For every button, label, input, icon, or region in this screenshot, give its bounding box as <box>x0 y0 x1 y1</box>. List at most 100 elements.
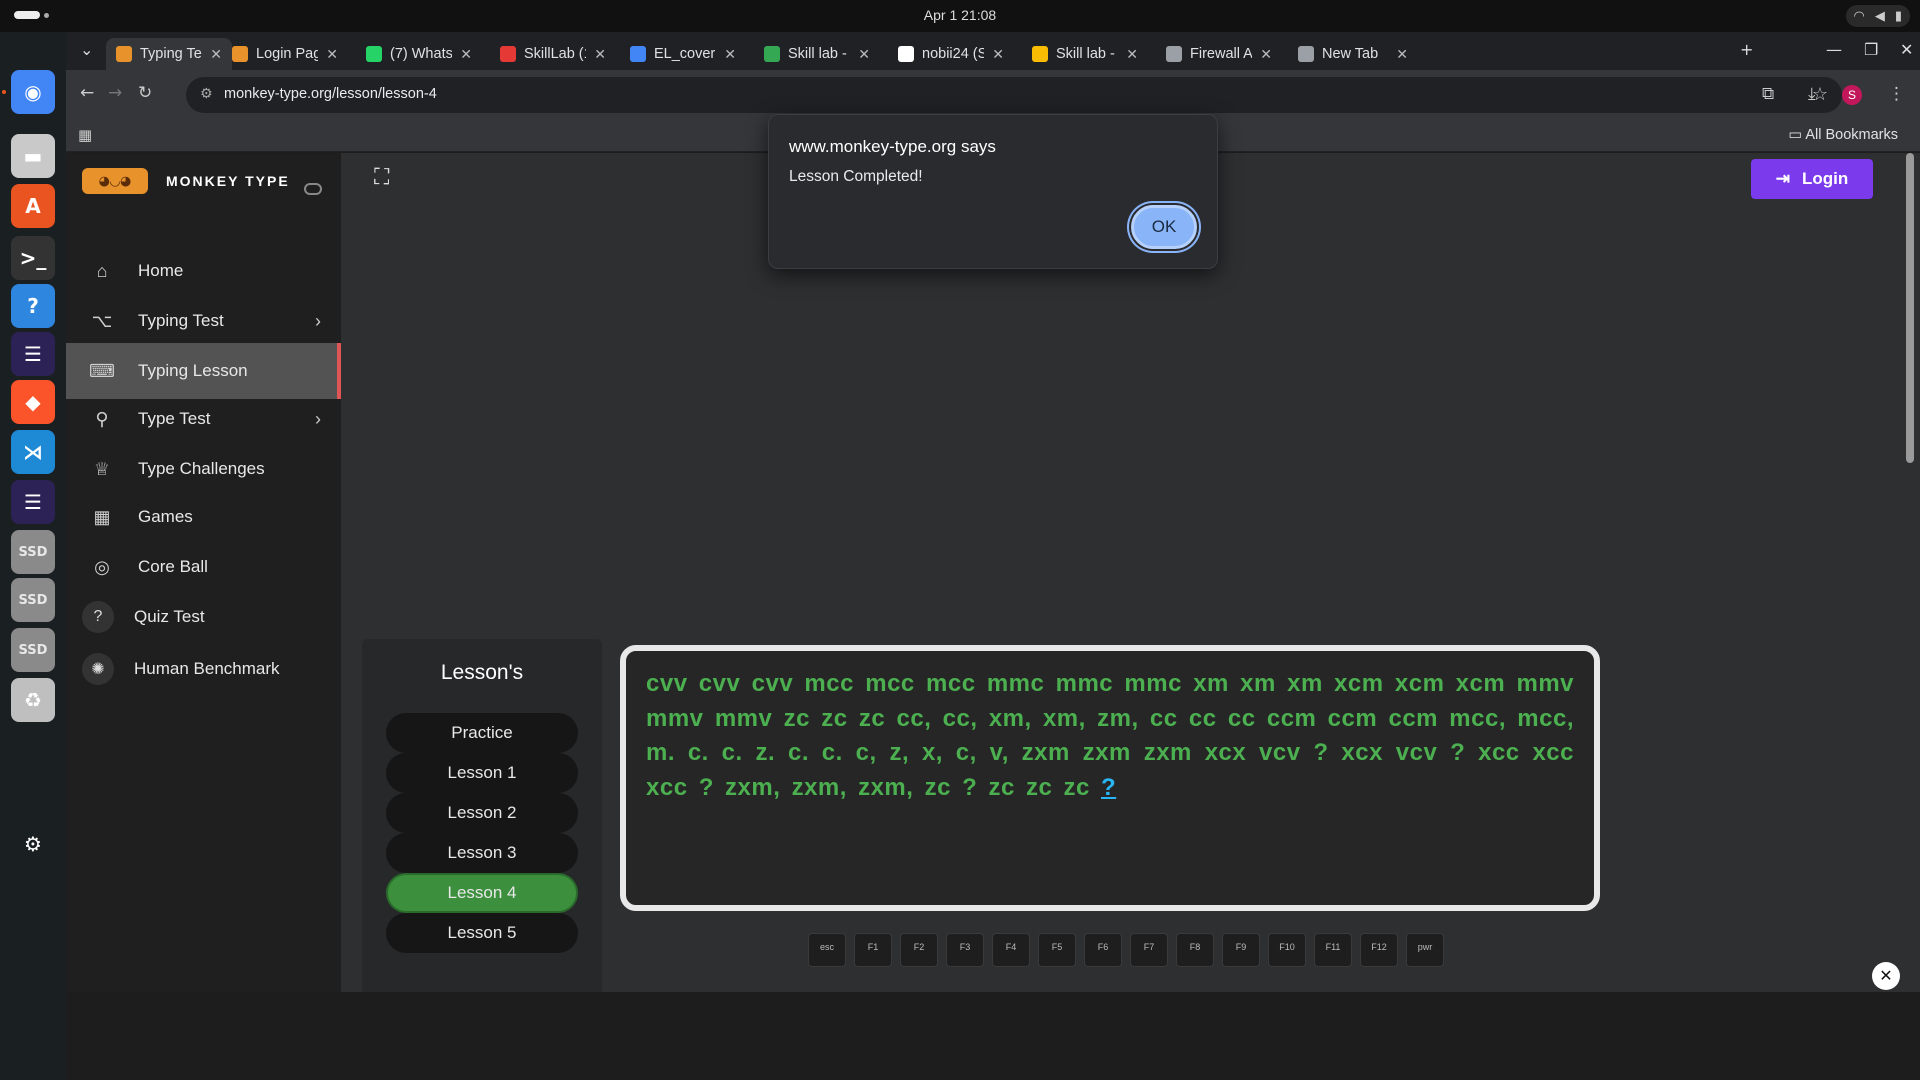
sidebar-toggle[interactable] <box>304 183 322 195</box>
tab-close-icon[interactable]: ✕ <box>1260 46 1272 63</box>
tab-close-icon[interactable]: ✕ <box>858 46 870 63</box>
browser-tab[interactable]: Firewall Authentication ✕ <box>1156 38 1282 70</box>
extensions-icon[interactable]: ⧉ <box>1762 84 1774 104</box>
browser-tab[interactable]: SkillLab (1) - Sheets ✕ <box>490 38 616 70</box>
download-icon[interactable]: ⤓ <box>1808 84 1816 104</box>
lesson-button[interactable]: Lesson 1 <box>386 753 578 793</box>
tab-close-icon[interactable]: ✕ <box>460 46 472 63</box>
site-sidebar: ◕◡◕ MONKEY TYPE ⌂ Home ⌥ Typing Test › ⌨ Typin… <box>66 153 341 992</box>
system-top-bar: Apr 1 21:08 ◠ ◀ ▮ <box>0 0 1920 32</box>
close-window-button[interactable]: ✕ <box>1900 40 1913 59</box>
tab-favicon <box>764 46 780 62</box>
tab-close-icon[interactable]: ✕ <box>210 46 222 63</box>
home-icon: ⌂ <box>96 260 108 281</box>
browser-tab[interactable]: Skill lab - Google Drive ✕ <box>754 38 880 70</box>
key: F12 <box>1360 933 1398 967</box>
monkey-logo: ◕◡◕ <box>82 168 148 194</box>
browser-tab[interactable]: Typing Test Lesson ✕ <box>106 38 232 70</box>
browser-tab[interactable]: (7) WhatsApp ✕ <box>356 38 482 70</box>
terminal-icon[interactable]: >_ <box>11 236 55 280</box>
sidebar-item-label: Type Challenges <box>138 459 265 478</box>
sidebar-item-typing-test[interactable]: ⌥ Typing Test › <box>66 293 341 349</box>
lesson-button[interactable]: Lesson 3 <box>386 833 578 873</box>
key: F9 <box>1222 933 1260 967</box>
lesson-button[interactable]: Lesson 2 <box>386 793 578 833</box>
tab-favicon <box>898 46 914 62</box>
tab-search-icon[interactable]: ⌄ <box>80 40 93 59</box>
eclipse-icon[interactable]: ☰ <box>11 332 55 376</box>
fullscreen-icon[interactable]: ⛶ <box>374 165 389 190</box>
login-button[interactable]: ⇥ Login <box>1751 159 1873 199</box>
browser-tab[interactable]: EL_coverpage - Docs ✕ <box>620 38 746 70</box>
close-ad-button[interactable]: ✕ <box>1872 962 1900 990</box>
brave-icon[interactable]: ◆ <box>11 380 55 424</box>
dialog-message: Lesson Completed! <box>789 168 923 185</box>
tab-close-icon[interactable]: ✕ <box>1396 46 1408 63</box>
chevron-right-icon: › <box>315 408 321 429</box>
battery-icon: ▮ <box>1894 8 1902 24</box>
lesson-button[interactable]: Lesson 4 <box>386 873 578 913</box>
sidebar-item-games[interactable]: ▦ Games <box>66 489 341 545</box>
show-apps-icon[interactable]: ⚙ <box>11 822 55 866</box>
wifi-icon: ◠ <box>1853 8 1865 24</box>
tab-close-icon[interactable]: ✕ <box>326 46 338 63</box>
apps-grid-icon[interactable]: ▦ <box>78 126 92 144</box>
key: esc <box>808 933 846 967</box>
eclipse-2-icon[interactable]: ☰ <box>11 480 55 524</box>
forward-icon[interactable]: → <box>108 83 122 103</box>
minimize-button[interactable]: — <box>1826 40 1842 59</box>
browser-tab[interactable]: nobii24 (Sameer) ✕ <box>888 38 1014 70</box>
files-icon[interactable]: ▬ <box>11 134 55 178</box>
chrome-icon[interactable]: ◉ <box>11 70 55 114</box>
dock: ◉ ▬ A >_? ☰ ◆ ⋊ ☰ SSD SSD SSD ♻ ⚙ <box>0 32 66 1080</box>
maximize-button[interactable]: ❐ <box>1864 40 1878 59</box>
browser-tab[interactable]: Login Page - web ✕ <box>222 38 348 70</box>
tab-title: Firewall Authentication <box>1190 46 1253 62</box>
profile-avatar[interactable]: S <box>1842 85 1862 105</box>
page-scrollbar[interactable] <box>1906 153 1914 463</box>
browser-tab[interactable]: Skill lab - Google Drive ✕ <box>1022 38 1148 70</box>
menu-icon[interactable]: ⋮ <box>1888 84 1905 104</box>
typing-text: cvv cvv cvv mcc mcc mcc mmc mmc mmc xm x… <box>646 667 1574 805</box>
browser-tab[interactable]: New Tab ✕ <box>1288 38 1418 70</box>
help-icon[interactable]: ? <box>11 284 55 328</box>
address-bar[interactable]: ⚙ monkey-type.org/lesson/lesson-4 ☆ <box>186 77 1842 113</box>
ssd-drive-2-icon[interactable]: SSD <box>11 578 55 622</box>
software-center-icon[interactable]: A <box>11 184 55 228</box>
tab-close-icon[interactable]: ✕ <box>594 46 606 63</box>
tab-close-icon[interactable]: ✕ <box>992 46 1004 63</box>
tab-favicon <box>1298 46 1314 62</box>
sidebar-item-type-test[interactable]: ⚲ Type Test › <box>66 391 341 447</box>
key: F5 <box>1038 933 1076 967</box>
all-bookmarks[interactable]: ▭ All Bookmarks <box>1788 127 1898 143</box>
clock[interactable]: Apr 1 21:08 <box>0 7 1920 23</box>
login-icon: ⇥ <box>1775 169 1790 188</box>
site-info-icon[interactable]: ⚙ <box>200 86 213 102</box>
typing-area[interactable]: cvv cvv cvv mcc mcc mcc mmc mmc mmc xm x… <box>620 645 1600 911</box>
tab-title: Login Page - web <box>256 46 319 62</box>
sidebar-item-core-ball[interactable]: ◎ Core Ball <box>66 539 341 595</box>
tab-favicon <box>630 46 646 62</box>
sidebar-item-label: Typing Lesson <box>138 361 248 380</box>
ssd-drive-3-icon[interactable]: SSD <box>11 628 55 672</box>
tab-title: Typing Test Lesson <box>140 46 202 62</box>
sidebar-item-home[interactable]: ⌂ Home <box>66 243 341 299</box>
tab-close-icon[interactable]: ✕ <box>1126 46 1138 63</box>
tab-title: New Tab <box>1322 46 1379 62</box>
trash-icon[interactable]: ♻ <box>11 678 55 722</box>
reload-icon[interactable]: ↻ <box>138 83 152 103</box>
back-icon[interactable]: ← <box>80 83 94 103</box>
brand[interactable]: ◕◡◕ MONKEY TYPE <box>82 167 290 195</box>
key: F6 <box>1084 933 1122 967</box>
sidebar-item-human-benchmark[interactable]: ✺ Human Benchmark <box>66 641 341 697</box>
ok-button[interactable]: OK <box>1131 205 1197 249</box>
lesson-button[interactable]: Lesson 5 <box>386 913 578 953</box>
system-tray[interactable]: ◠ ◀ ▮ <box>1845 5 1910 27</box>
vscode-icon[interactable]: ⋊ <box>11 430 55 474</box>
tab-close-icon[interactable]: ✕ <box>724 46 736 63</box>
browser-toolbar: ← → ↻ ⚙ monkey-type.org/lesson/lesson-4 … <box>66 70 1920 120</box>
ssd-drive-icon[interactable]: SSD <box>11 530 55 574</box>
sidebar-item-quiz-test[interactable]: ? Quiz Test <box>66 589 341 645</box>
new-tab-button[interactable]: + <box>1740 40 1753 59</box>
lesson-button[interactable]: Practice <box>386 713 578 753</box>
